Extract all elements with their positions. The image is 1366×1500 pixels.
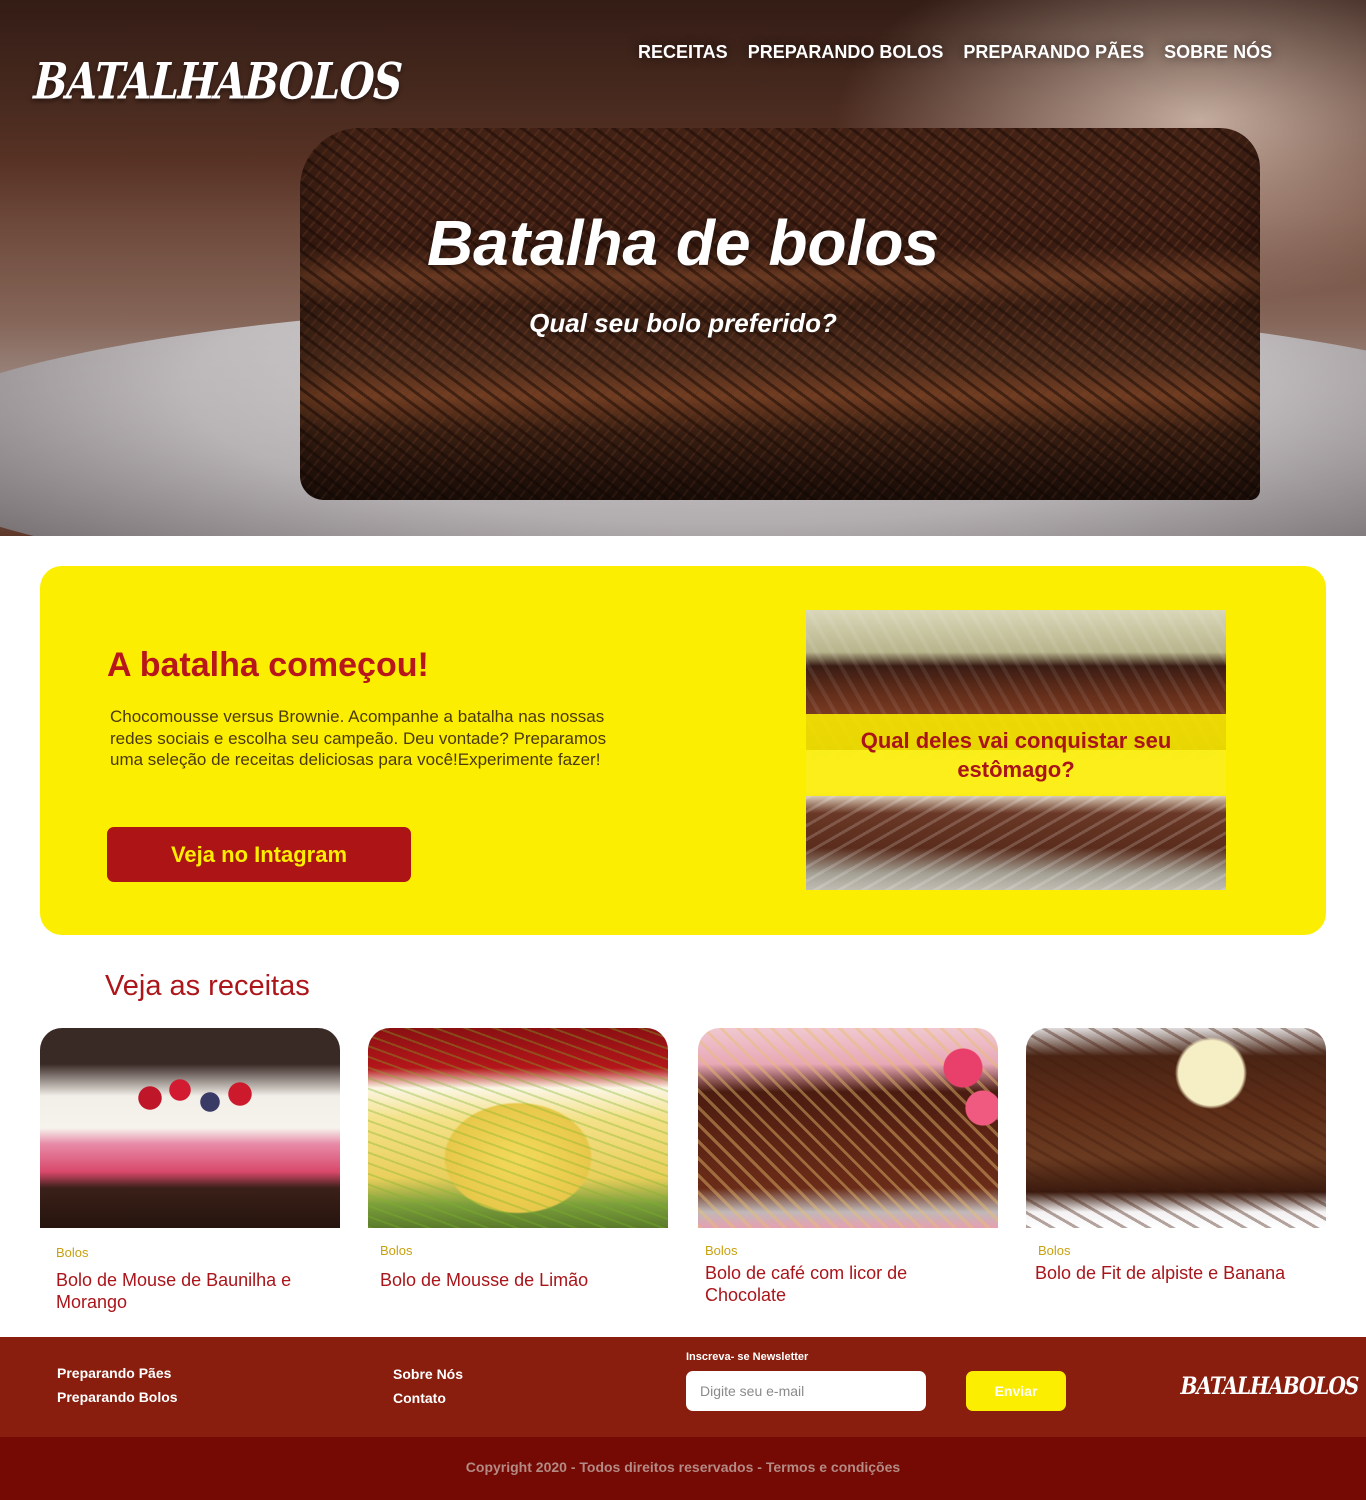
newsletter-label: Inscreva- se Newsletter xyxy=(686,1351,809,1363)
recipe-card[interactable]: Bolos Bolo de Mouse de Baunilha e Morang… xyxy=(40,1028,340,1312)
battle-image: Qual deles vai conquistar seu estômago? xyxy=(806,610,1226,890)
recipes-title: Veja as receitas xyxy=(105,970,310,1002)
brand-logo[interactable]: BATALHABOLOS xyxy=(24,52,408,130)
footer-link-preparando-bolos[interactable]: Preparando Bolos xyxy=(57,1389,178,1405)
recipe-title[interactable]: Bolo de Fit de alpiste e Banana xyxy=(1035,1262,1320,1284)
battle-title: A batalha começou! xyxy=(107,646,429,684)
footer-link-contato[interactable]: Contato xyxy=(393,1390,446,1406)
battle-question: Qual deles vai conquistar seu estômago? xyxy=(860,728,1172,782)
newsletter-email-input[interactable] xyxy=(686,1371,926,1411)
recipe-card[interactable]: Bolos Bolo de café com licor de Chocolat… xyxy=(698,1028,998,1305)
nav-item-sobre-nos[interactable]: SOBRE NÓS xyxy=(1156,40,1280,64)
footer-link-preparando-paes[interactable]: Preparando Pães xyxy=(57,1365,171,1381)
recipe-card[interactable]: Bolos Bolo de Fit de alpiste e Banana xyxy=(1026,1028,1326,1283)
recipe-image[interactable] xyxy=(40,1028,340,1228)
footer-link-sobre-nos[interactable]: Sobre Nós xyxy=(393,1366,463,1382)
recipe-title[interactable]: Bolo de Mousse de Limão xyxy=(380,1269,660,1291)
main-nav: RECEITAS PREPARANDO BOLOS PREPARANDO PÃE… xyxy=(630,40,1280,64)
recipe-card[interactable]: Bolos Bolo de Mousse de Limão xyxy=(368,1028,668,1290)
hero-title: Batalha de bolos xyxy=(426,207,940,279)
hero-banner: BATALHABOLOS RECEITAS PREPARANDO BOLOS P… xyxy=(0,0,1366,536)
footer: Preparando Pães Preparando Bolos Sobre N… xyxy=(0,1337,1366,1437)
hero-subtitle: Qual seu bolo preferido? xyxy=(529,308,837,338)
nav-item-receitas[interactable]: RECEITAS xyxy=(630,40,736,64)
nav-item-preparando-bolos[interactable]: PREPARANDO BOLOS xyxy=(740,40,952,64)
footer-bottom-bar: Copyright 2020 - Todos direitos reservad… xyxy=(0,1437,1366,1500)
recipe-tag: Bolos xyxy=(380,1243,413,1258)
nav-item-preparando-paes[interactable]: PREPARANDO PÃES xyxy=(955,40,1152,64)
recipe-tag: Bolos xyxy=(705,1243,738,1258)
battle-card: A batalha começou! Chocomousse versus Br… xyxy=(40,566,1326,935)
copyright-text: Copyright 2020 - Todos direitos reservad… xyxy=(465,1459,901,1475)
recipe-title[interactable]: Bolo de Mouse de Baunilha e Morango xyxy=(56,1269,316,1313)
recipe-tag: Bolos xyxy=(56,1245,89,1260)
battle-question-banner: Qual deles vai conquistar seu estômago? xyxy=(806,714,1226,796)
battle-text: Chocomousse versus Brownie. Acompanhe a … xyxy=(110,707,607,769)
recipe-image[interactable] xyxy=(368,1028,668,1228)
recipe-title[interactable]: Bolo de café com licor de Chocolate xyxy=(705,1262,955,1306)
instagram-button[interactable]: Veja no Intagram xyxy=(107,827,411,882)
recipe-image[interactable] xyxy=(1026,1028,1326,1228)
newsletter-submit-button[interactable]: Enviar xyxy=(966,1371,1066,1411)
footer-logo[interactable]: BATALHABOLOS xyxy=(1178,1371,1361,1400)
recipe-tag: Bolos xyxy=(1038,1243,1071,1258)
recipe-image[interactable] xyxy=(698,1028,998,1228)
